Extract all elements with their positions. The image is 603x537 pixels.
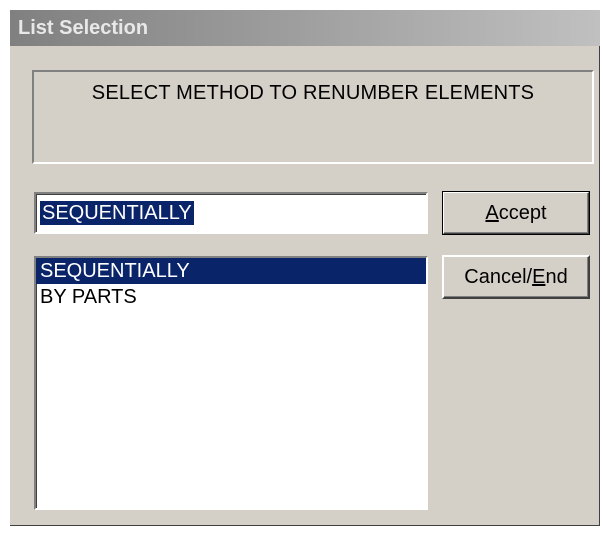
prompt-text: SELECT METHOD TO RENUMBER ELEMENTS (91, 82, 535, 104)
cancel-label-after: nd (545, 266, 568, 288)
accept-label-rest: ccept (498, 202, 547, 224)
dialog-title: List Selection (18, 17, 149, 39)
list-item-sequentially[interactable]: SEQUENTIALLY (36, 258, 426, 284)
list-item-by-parts[interactable]: BY PARTS (36, 284, 426, 310)
list-item-label: BY PARTS (40, 286, 137, 308)
selection-input-value: SEQUENTIALLY (40, 201, 194, 225)
cancel-mnemonic: E (532, 266, 546, 288)
dialog-title-bar[interactable]: List Selection (10, 10, 600, 46)
list-item-label: SEQUENTIALLY (40, 260, 190, 282)
accept-button[interactable]: Accept (442, 191, 590, 235)
list-selection-dialog: List Selection SELECT METHOD TO RENUMBER… (10, 10, 600, 526)
options-listbox[interactable]: SEQUENTIALLY BY PARTS (34, 256, 428, 510)
cancel-label-before: Cancel/ (464, 266, 533, 288)
cancel-end-button[interactable]: Cancel/End (442, 255, 590, 299)
selection-input[interactable]: SEQUENTIALLY (34, 192, 428, 234)
accept-mnemonic: A (485, 202, 499, 224)
prompt-panel: SELECT METHOD TO RENUMBER ELEMENTS (32, 70, 594, 164)
